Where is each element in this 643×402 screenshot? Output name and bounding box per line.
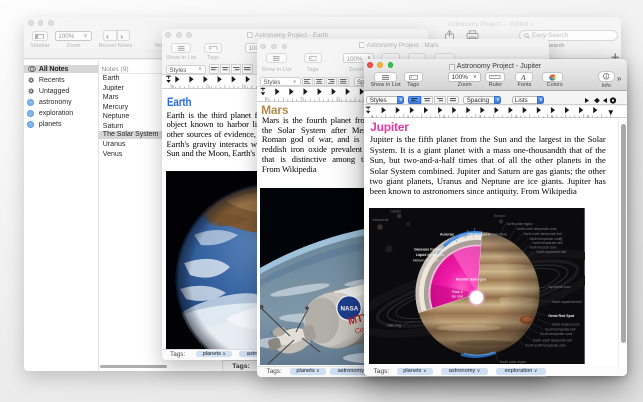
svg-text:Aurorae: Aurorae (440, 232, 454, 236)
svg-text:North temperate zone: North temperate zone (530, 236, 562, 240)
svg-text:Cloud layers: Cloud layers (468, 232, 489, 236)
svg-text:Metallic hydrogen: Metallic hydrogen (456, 277, 486, 281)
svg-text:Liquid hydrogen: Liquid hydrogen (416, 253, 444, 257)
svg-text:North equatorial belt: North equatorial belt (537, 250, 567, 254)
svg-text:South south temperate zone: South south temperate zone (525, 343, 566, 347)
svg-text:Rock &: Rock & (453, 289, 464, 293)
svg-text:South polar region: South polar region (500, 360, 527, 364)
svg-text:ice core: ice core (452, 294, 464, 298)
svg-text:Gaseous hydrogen: Gaseous hydrogen (415, 247, 447, 251)
svg-text:South temperate zone: South temperate zone (540, 332, 572, 336)
svg-text:North north temperate zone: North north temperate zone (517, 227, 557, 231)
svg-text:North polar region: North polar region (507, 222, 533, 226)
svg-text:South tropical zone: South tropical zone (552, 322, 580, 326)
svg-text:Halo ring: Halo ring (387, 323, 401, 327)
svg-text:Callisto: Callisto (390, 209, 401, 213)
svg-text:Ganymede: Ganymede (372, 217, 389, 221)
svg-text:NASA: NASA (341, 305, 359, 312)
svg-text:North north temperate belt: North north temperate belt (524, 232, 562, 236)
svg-text:South equatorial belt: South equatorial belt (552, 300, 582, 304)
svg-text:North temperate belt: North temperate belt (533, 241, 563, 245)
svg-text:Europa: Europa (494, 213, 505, 217)
svg-text:(50 km thick): (50 km thick) (489, 232, 507, 236)
svg-text:Equatorial zone: Equatorial zone (549, 285, 572, 289)
svg-text:South south temperate belt: South south temperate belt (533, 338, 572, 342)
svg-text:Great Red Spot: Great Red Spot (549, 314, 576, 318)
svg-text:Helium-neon rain: Helium-neon rain (413, 258, 439, 262)
